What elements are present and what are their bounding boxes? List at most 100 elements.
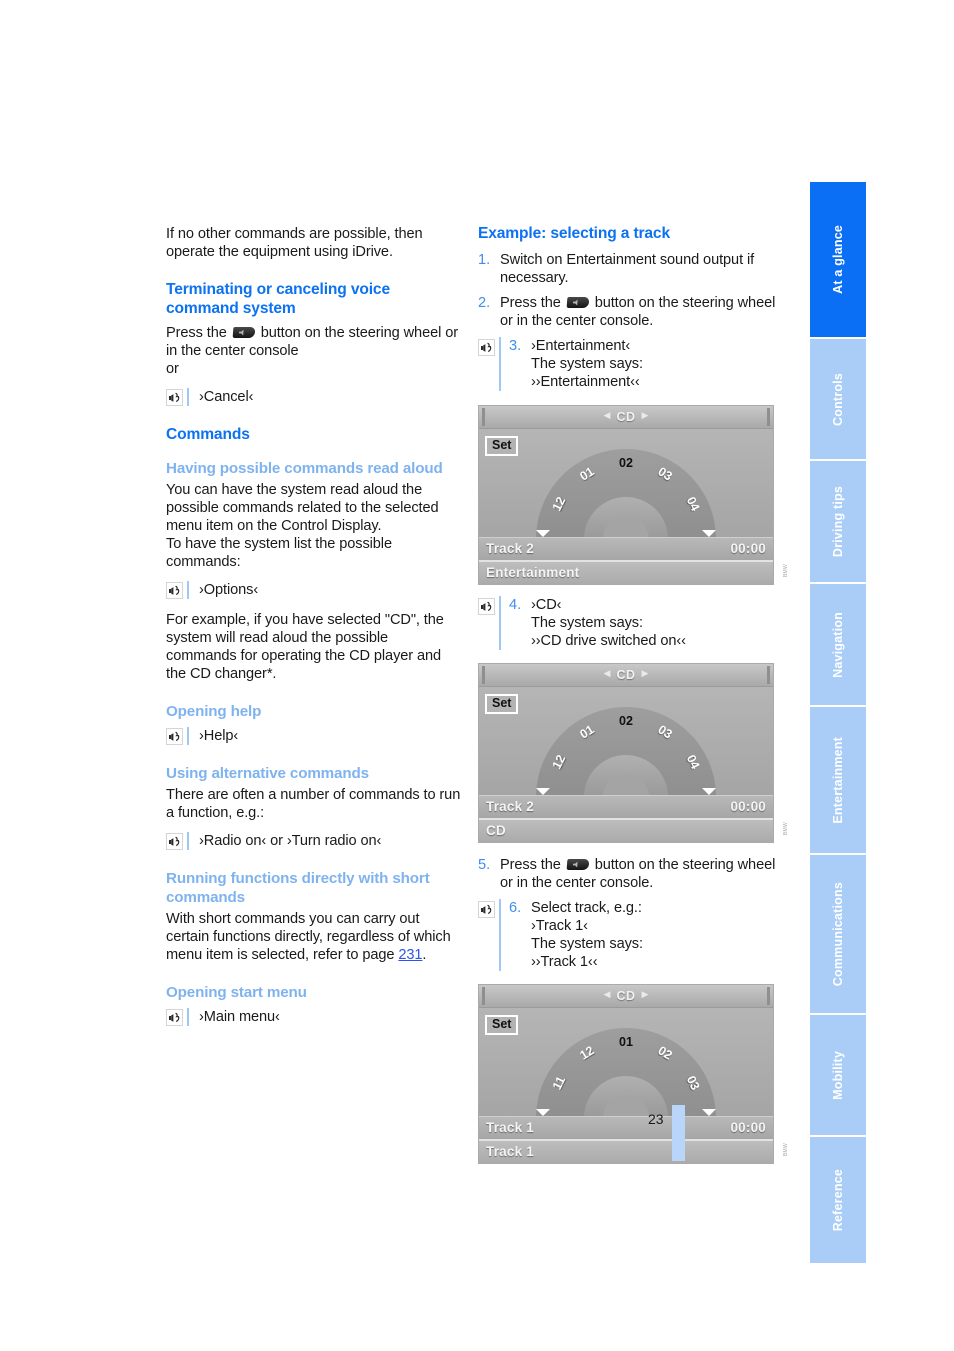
left-column: If no other commands are possible, then … <box>166 225 462 1026</box>
page-marker-bar <box>672 1105 685 1161</box>
voice-command-rule <box>187 1007 189 1026</box>
short-commands-paragraph: With short commands you can carry out ce… <box>166 910 462 964</box>
steering-wheel-voice-button-icon <box>566 296 590 308</box>
voice-command-rule <box>187 388 189 406</box>
voice-command-icon <box>166 833 183 850</box>
figure-id-3: BMW <box>783 1143 789 1157</box>
voice-command-radio-text: ›Radio on‹ or ›Turn radio on‹ <box>199 833 382 849</box>
display-3-dial-area: Set 10111201020304 <box>479 1007 773 1116</box>
tab-driving-tips[interactable]: Driving tips <box>810 461 866 582</box>
read-aloud-paragraph-2: To have the system list the possible com… <box>166 536 392 570</box>
step-6-line-4: ››Track 1‹‹ <box>531 953 598 970</box>
track-dial-3[interactable]: 10111201020304 <box>536 1026 716 1116</box>
tab-label: Entertainment <box>831 736 845 824</box>
heading-example-selecting-track: Example: selecting a track <box>478 225 670 242</box>
heading-alternative-commands: Using alternative commands <box>166 764 369 782</box>
voice-command-icon <box>166 1008 183 1026</box>
display-2-time: 00:00 <box>730 799 766 814</box>
tab-communications[interactable]: Communications <box>810 855 866 1013</box>
page-reference-link[interactable]: 231 <box>398 947 422 963</box>
display-3-track-label: Track 1 <box>486 1120 534 1135</box>
voice-command-rule <box>499 595 501 650</box>
voice-command-icon <box>478 338 495 391</box>
heading-opening-start-menu: Opening start menu <box>166 984 307 1001</box>
step-4-line-3: ››CD drive switched on‹‹ <box>531 632 686 649</box>
set-button[interactable]: Set <box>485 693 519 714</box>
display-2-status-bar: CD <box>479 817 773 842</box>
set-button[interactable]: Set <box>485 1014 519 1035</box>
display-2-header-label: CD <box>616 667 636 682</box>
voice-command-main-menu-text: ›Main menu‹ <box>199 1008 280 1025</box>
step-3-line-1: ›Entertainment‹ <box>531 337 631 354</box>
display-1-track-label: Track 2 <box>486 541 534 556</box>
tab-reference[interactable]: Reference <box>810 1137 866 1263</box>
display-1-dial-area: Set 11120102030405 <box>479 428 773 537</box>
display-1-status-bar: Entertainment <box>479 559 773 584</box>
display-1-track-bar: Track 2 00:00 <box>479 536 773 560</box>
tab-mobility[interactable]: Mobility <box>810 1015 866 1135</box>
next-arrow-icon[interactable]: ▶ <box>642 410 649 421</box>
section-tabs: At a glance Controls Driving tips Navigatio… <box>810 182 866 1265</box>
prev-arrow-icon[interactable]: ◀ <box>604 410 611 421</box>
voice-command-help-text: ›Help‹ <box>199 727 239 744</box>
display-3-time: 00:00 <box>730 1120 766 1135</box>
steering-wheel-voice-button-icon <box>566 858 590 870</box>
step-5-text: Press the button on the steering wheel o… <box>500 856 778 892</box>
prev-arrow-icon[interactable]: ◀ <box>604 668 611 679</box>
step-4-number: 4. <box>509 596 522 613</box>
step-6-line-3: The system says: <box>531 935 643 952</box>
tab-at-a-glance[interactable]: At a glance <box>810 182 866 337</box>
right-column: Example: selecting a track 1. Switch on … <box>478 225 789 1164</box>
tab-controls[interactable]: Controls <box>810 339 866 459</box>
voice-command-icon <box>166 727 183 745</box>
dial-tick-01: 01 <box>619 1034 633 1049</box>
display-1-time: 00:00 <box>730 541 766 556</box>
step-2-number: 2. <box>478 294 491 311</box>
next-arrow-icon[interactable]: ▶ <box>642 668 649 679</box>
display-3-status-label: Track 1 <box>486 1144 534 1159</box>
steering-wheel-voice-button-icon <box>232 327 256 338</box>
next-arrow-icon[interactable]: ▶ <box>642 989 649 1000</box>
step-6: 6. Select track, e.g.: ›Track 1‹ The sys… <box>478 898 778 971</box>
alternative-paragraph: There are often a number of commands to … <box>166 787 461 821</box>
idrive-display-1: ◀ CD ▶ Set 11120102030405 Track 2 00:00 <box>478 404 789 585</box>
step-3: 3. ›Entertainment‹ The system says: ››En… <box>478 336 778 391</box>
voice-command-options-text: ›Options‹ <box>199 582 259 598</box>
voice-command-icon <box>166 582 183 599</box>
tab-navigation[interactable]: Navigation <box>810 584 866 705</box>
read-aloud-paragraph-3: For example, if you have selected "CD", … <box>166 612 444 682</box>
prev-arrow-icon[interactable]: ◀ <box>604 989 611 1000</box>
display-1-status-label: Entertainment <box>486 565 580 580</box>
track-dial-1[interactable]: 11120102030405 <box>536 447 716 537</box>
step-3-line-2: The system says: <box>531 355 643 372</box>
track-dial-2[interactable]: 11120102030405 <box>536 705 716 795</box>
heading-short-commands: Running functions directly with short co… <box>166 870 430 906</box>
voice-command-main-menu: ›Main menu‹ <box>166 1007 462 1026</box>
tab-label: Mobility <box>831 1050 845 1100</box>
voice-command-radio-on: ›Radio on‹ or ›Turn radio on‹ <box>166 832 462 850</box>
or-label: or <box>166 361 179 377</box>
tab-entertainment[interactable]: Entertainment <box>810 707 866 853</box>
figure-id-1: BMW <box>783 564 789 578</box>
set-button[interactable]: Set <box>485 435 519 456</box>
voice-command-help: ›Help‹ <box>166 726 462 745</box>
voice-command-icon <box>478 597 495 650</box>
heading-opening-help: Opening help <box>166 703 262 720</box>
display-3-status-bar: Track 1 <box>479 1138 773 1163</box>
short-commands-text-after: . <box>422 947 427 963</box>
heading-commands: Commands <box>166 426 250 443</box>
page-number: 23 <box>648 1111 664 1127</box>
manual-page: If no other commands are possible, then … <box>0 0 954 1351</box>
display-2-status-label: CD <box>486 823 506 838</box>
voice-command-rule <box>499 336 501 391</box>
step-1: 1. Switch on Entertainment sound output … <box>478 251 778 287</box>
display-1-header-label: CD <box>616 409 636 424</box>
voice-command-rule <box>187 726 189 745</box>
voice-command-icon <box>478 900 495 971</box>
dial-caret-left-icon <box>536 787 550 795</box>
dial-tick-02: 02 <box>619 713 633 728</box>
display-header-edge-left <box>482 665 485 684</box>
display-3-track-bar: Track 1 00:00 <box>479 1115 773 1139</box>
step-6-line-1: Select track, e.g.: <box>531 899 642 916</box>
display-header-edge-right <box>767 986 770 1005</box>
